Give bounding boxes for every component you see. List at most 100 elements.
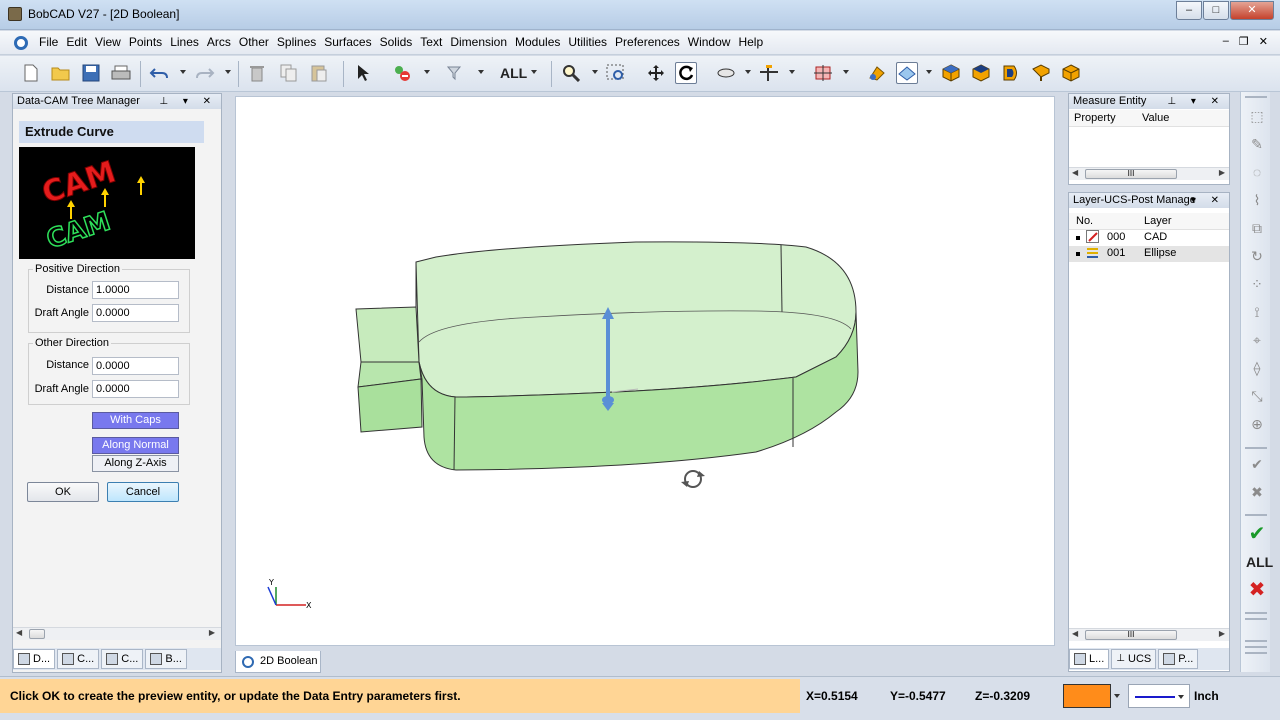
menu-surfaces[interactable]: Surfaces — [320, 35, 375, 50]
zoom-icon[interactable] — [560, 62, 582, 84]
delete-icon[interactable] — [246, 62, 268, 84]
scroll-right-icon[interactable]: ▶ — [1219, 168, 1225, 177]
panel-controls[interactable]: ⊥ ▾ ✕ — [159, 94, 217, 109]
menu-points[interactable]: Points — [125, 35, 166, 50]
rotate-icon[interactable] — [675, 62, 697, 84]
menu-view[interactable]: View — [91, 35, 125, 50]
remove-selection-icon[interactable] — [392, 62, 414, 84]
scroll-thumb[interactable]: III — [1085, 169, 1177, 179]
visibility-dot[interactable] — [1076, 236, 1080, 240]
menu-edit[interactable]: Edit — [62, 35, 91, 50]
positive-distance-input[interactable]: 1.0000 — [92, 281, 179, 299]
tab-post[interactable]: P... — [1158, 649, 1199, 669]
offset-icon[interactable]: ⧉ — [1246, 218, 1268, 238]
axis-icon[interactable] — [758, 62, 780, 84]
other-draft-angle-input[interactable]: 0.0000 — [92, 380, 179, 398]
line-style-selector[interactable] — [1128, 684, 1190, 708]
pan-icon[interactable] — [645, 62, 667, 84]
color-dropdown-icon[interactable] — [1114, 694, 1120, 698]
mirror-icon[interactable]: ⟠ — [1246, 358, 1268, 378]
paste-icon[interactable] — [308, 62, 330, 84]
menu-arcs[interactable]: Arcs — [203, 35, 235, 50]
select-arrow-icon[interactable] — [352, 62, 374, 84]
extruded-solid-model[interactable]: X Y — [236, 97, 1056, 647]
menu-modules[interactable]: Modules — [511, 35, 564, 50]
along-normal-toggle[interactable]: Along Normal — [92, 437, 179, 454]
mdi-restore-button[interactable]: ❐ — [1239, 35, 1249, 48]
measure-scrollbar[interactable]: ◀ III ▶ — [1069, 167, 1229, 180]
menu-text[interactable]: Text — [416, 35, 446, 50]
front-view-icon[interactable] — [1000, 62, 1022, 84]
mdi-minimize-button[interactable]: – — [1223, 35, 1229, 48]
tab-cad[interactable]: C... — [101, 649, 144, 669]
menu-window[interactable]: Window — [684, 35, 735, 50]
copy-icon[interactable] — [278, 62, 300, 84]
panel-controls[interactable]: ▾ ✕ — [1191, 193, 1225, 208]
scale-icon[interactable]: ⤡ — [1246, 386, 1268, 406]
transform-icon[interactable]: ⟟ — [1246, 302, 1268, 322]
menu-dimension[interactable]: Dimension — [446, 35, 511, 50]
mdi-close-button[interactable]: ✕ — [1259, 35, 1268, 48]
view-plane-icon[interactable] — [715, 62, 737, 84]
scroll-left-icon[interactable]: ◀ — [16, 628, 22, 637]
trim-icon[interactable]: ⌇ — [1246, 190, 1268, 210]
curve-icon[interactable]: ◌ — [1246, 162, 1268, 182]
right-view-icon[interactable] — [1030, 62, 1052, 84]
visibility-dot[interactable] — [1076, 252, 1080, 256]
grid-snap-icon[interactable] — [812, 62, 834, 84]
zoom-window-icon[interactable] — [605, 62, 627, 84]
solid-view-icon[interactable] — [1060, 62, 1082, 84]
redo-icon[interactable] — [194, 62, 216, 84]
project-icon[interactable]: ⊕ — [1246, 414, 1268, 434]
positive-draft-angle-input[interactable]: 0.0000 — [92, 304, 179, 322]
scroll-thumb[interactable]: III — [1085, 630, 1177, 640]
save-icon[interactable] — [80, 62, 102, 84]
current-color-swatch[interactable] — [1063, 684, 1111, 708]
other-distance-input[interactable]: 0.0000 — [92, 357, 179, 375]
menu-help[interactable]: Help — [734, 35, 767, 50]
line-style-dropdown-icon[interactable] — [1178, 695, 1184, 699]
reject-gray-icon[interactable]: ✖ — [1246, 482, 1268, 502]
panel-controls[interactable]: ⊥ ▾ ✕ — [1167, 94, 1225, 109]
select-all-vertical[interactable]: ALL — [1246, 552, 1273, 572]
maximize-button[interactable]: □ — [1203, 1, 1229, 20]
edit-icon[interactable]: ✎ — [1246, 134, 1268, 154]
layer-scrollbar[interactable]: ◀ III ▶ — [1069, 628, 1229, 641]
pattern-icon[interactable]: ⁘ — [1246, 274, 1268, 294]
tab-cam-settings[interactable]: C... — [57, 649, 100, 669]
top-view-icon[interactable] — [970, 62, 992, 84]
sketch-icon[interactable]: ⬚ — [1246, 106, 1268, 126]
layer-row[interactable]: 000 CAD — [1069, 230, 1229, 246]
new-file-icon[interactable] — [20, 62, 42, 84]
print-icon[interactable] — [110, 62, 132, 84]
menu-utilities[interactable]: Utilities — [564, 35, 611, 50]
tab-data-cam[interactable]: D... — [13, 649, 56, 669]
accept-gray-icon[interactable]: ✔ — [1246, 454, 1268, 474]
select-all-button[interactable]: ALL — [500, 65, 527, 81]
close-button[interactable]: ✕ — [1230, 1, 1274, 20]
ok-button[interactable]: OK — [27, 482, 99, 502]
tab-2d-boolean[interactable]: 2D Boolean — [235, 651, 321, 673]
cancel-button[interactable]: Cancel — [107, 482, 179, 502]
scroll-right-icon[interactable]: ▶ — [209, 628, 215, 637]
menu-lines[interactable]: Lines — [166, 35, 203, 50]
graphics-viewport[interactable]: X Y — [235, 96, 1055, 646]
shaded-view-icon[interactable] — [866, 62, 888, 84]
left-panel-scrollbar[interactable]: ◀ ▶ — [13, 627, 221, 640]
menu-splines[interactable]: Splines — [273, 35, 320, 50]
menu-file[interactable]: File — [35, 35, 62, 50]
wireframe-view-icon[interactable] — [896, 62, 918, 84]
rotate-entity-icon[interactable]: ↻ — [1246, 246, 1268, 266]
open-folder-icon[interactable] — [50, 62, 72, 84]
document-system-icon[interactable] — [14, 36, 28, 50]
along-z-axis-toggle[interactable]: Along Z-Axis — [92, 455, 179, 472]
tab-browser[interactable]: B... — [145, 649, 187, 669]
undo-icon[interactable] — [148, 62, 170, 84]
with-caps-toggle[interactable]: With Caps — [92, 412, 179, 429]
measure-icon[interactable]: ⌖ — [1246, 330, 1268, 350]
selection-filter-icon[interactable] — [446, 62, 468, 84]
layer-row[interactable]: 001 Ellipse — [1069, 246, 1229, 262]
tab-ucs[interactable]: ⊥ UCS — [1111, 649, 1157, 669]
scroll-left-icon[interactable]: ◀ — [1072, 629, 1078, 638]
scroll-thumb[interactable] — [29, 629, 45, 639]
